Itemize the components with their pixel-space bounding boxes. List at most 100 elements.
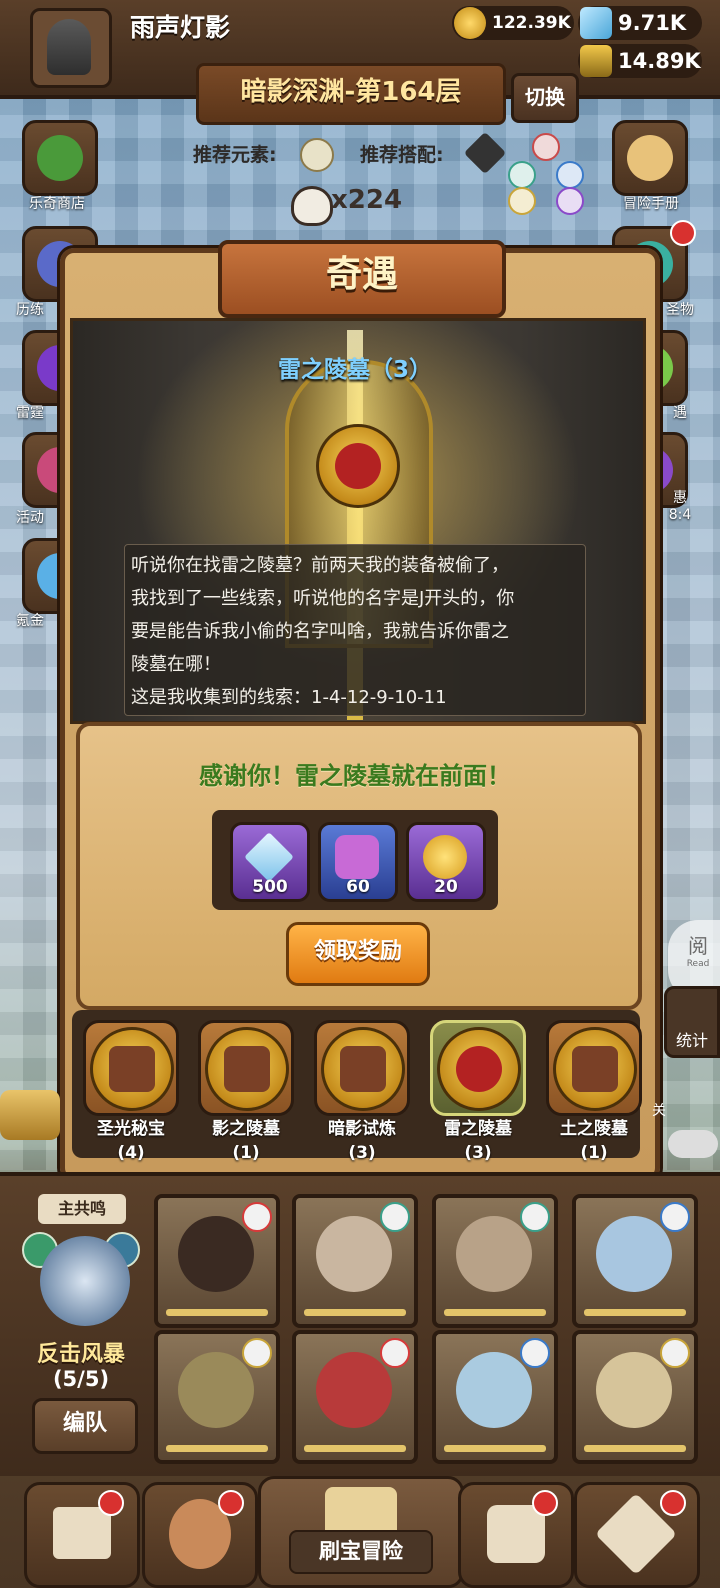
backpack-icon (487, 1505, 545, 1563)
book-icon (340, 1046, 386, 1092)
event-count: (1) (232, 1143, 260, 1163)
story-line: 要是能告诉我小偷的名字叫啥，我就告诉你雷之 (131, 621, 509, 642)
lucky-shop-button[interactable] (22, 120, 98, 196)
demon-face-icon (456, 1046, 502, 1092)
hero-portrait (456, 1352, 532, 1428)
reward-qty: 20 (434, 877, 458, 897)
event-title: 雷之陵墓（3） (277, 357, 432, 383)
events-label: 活动 (16, 510, 44, 526)
notification-dot (660, 1490, 686, 1516)
gold-coin-icon (454, 7, 486, 39)
read-sublabel: Read (686, 959, 710, 969)
reward-item[interactable]: 500 (230, 822, 310, 902)
hero-portrait (178, 1352, 254, 1428)
gold-resource[interactable]: 122.39K (452, 6, 574, 40)
wind-element-icon (520, 1202, 550, 1232)
event-count: (1) (580, 1143, 608, 1163)
hero-slot[interactable] (432, 1330, 558, 1464)
stage-title[interactable]: 暗影深渊-第164层 (196, 63, 506, 125)
stats-button[interactable]: 统计 (664, 986, 720, 1058)
diamond-icon (580, 7, 612, 39)
thunder-label: 雷霆 (16, 405, 44, 421)
read-label: 阅 (688, 934, 708, 958)
wind-element-icon (380, 1202, 410, 1232)
reward-item[interactable]: 20 (406, 822, 486, 902)
gold-amount: 122.39K (492, 13, 571, 33)
clover-icon (37, 135, 83, 181)
event-name: 影之陵墓 (212, 1119, 280, 1139)
story-line: 听说你在找雷之陵墓？前两天我的装备被偷了， (131, 555, 509, 576)
toggle-switch[interactable] (668, 1130, 718, 1158)
notification-dot (532, 1490, 558, 1516)
element-cycle-icon[interactable] (508, 133, 584, 215)
story-line: 我找到了一些线索，听说他的名字是J开头的，你 (131, 588, 515, 609)
hero-slot[interactable] (292, 1330, 418, 1464)
potion-jar-icon (580, 45, 612, 77)
hero-slot[interactable] (154, 1330, 280, 1464)
light-element-icon (242, 1338, 272, 1368)
combo-name: 反击风暴 (36, 1342, 125, 1367)
hero-portrait (316, 1216, 392, 1292)
event-tab[interactable]: 影之陵墓 (1) (196, 1020, 296, 1164)
event-name: 雷之陵墓 (444, 1119, 512, 1139)
event-name: 土之陵墓 (560, 1119, 628, 1139)
treasure-chest-icon[interactable] (0, 1090, 60, 1140)
hero-portrait (596, 1352, 672, 1428)
topup-label: 氪金 (16, 613, 44, 629)
potion-resource[interactable]: 14.89K (578, 44, 702, 78)
diamond-resource[interactable]: 9.71K (578, 6, 702, 40)
diamond-icon (244, 832, 294, 882)
fire-element-icon (380, 1338, 410, 1368)
hero-bar (166, 1445, 268, 1452)
hero-portrait (596, 1216, 672, 1292)
skull-icon (291, 186, 333, 226)
notification-dot (98, 1490, 124, 1516)
diamond-amount: 9.71K (618, 11, 687, 35)
event-count: (3) (348, 1143, 376, 1163)
adventure-handbook-button[interactable] (612, 120, 688, 196)
stats-label: 统计 (675, 1031, 708, 1050)
recommend-combo-label: 推荐搭配: (360, 144, 444, 166)
team-edit-button[interactable]: 编队 (32, 1398, 138, 1454)
book-icon (109, 1046, 155, 1092)
reward-item[interactable]: 60 (318, 822, 398, 902)
event-tab[interactable]: 暗影试炼 (3) (312, 1020, 412, 1164)
event-name: 暗影试炼 (328, 1119, 396, 1139)
recommend-element-label: 推荐元素: (193, 144, 277, 166)
hero-slot[interactable] (432, 1194, 558, 1328)
hero-portrait (456, 1216, 532, 1292)
hero-bar (304, 1309, 406, 1316)
hero-bar (584, 1309, 686, 1316)
story-line: 这是我收集到的线索：1-4-12-9-10-11 (131, 687, 447, 708)
player-avatar[interactable] (30, 8, 112, 88)
thanks-message: 感谢你！雷之陵墓就在前面！ (199, 762, 511, 790)
master-resonance-label: 主共鸣 (38, 1194, 126, 1224)
hero-bar (444, 1309, 546, 1316)
notification-dot (670, 220, 696, 246)
event-tab[interactable]: 圣光秘宝 (4) (81, 1020, 181, 1164)
combo-wing-icon[interactable] (40, 1236, 130, 1326)
event-count: (3) (464, 1143, 492, 1163)
hero-slot[interactable] (572, 1194, 698, 1328)
potion-amount: 14.89K (618, 49, 701, 73)
event-tab[interactable]: 土之陵墓 (1) (544, 1020, 644, 1164)
claim-reward-button[interactable]: 领取奖励 (286, 922, 430, 986)
player-name: 雨声灯影 (130, 13, 231, 42)
book-icon (572, 1046, 618, 1092)
modal-title: 奇遇 (218, 240, 506, 318)
event-tab-selected[interactable]: 雷之陵墓 (3) (428, 1020, 528, 1164)
hero-slot[interactable] (154, 1194, 280, 1328)
reward-qty: 500 (252, 877, 288, 897)
partial-label: 关 (652, 1103, 666, 1119)
puzzle-icon (335, 835, 379, 879)
hero-slot[interactable] (292, 1194, 418, 1328)
hero-slot[interactable] (572, 1330, 698, 1464)
adventure-handbook-label: 冒险手册 (623, 196, 679, 212)
thunder-tomb-emblem-icon (316, 424, 400, 508)
hero-portrait (178, 1216, 254, 1292)
hero-portrait (316, 1352, 392, 1428)
reward-qty: 60 (346, 877, 370, 897)
switch-button[interactable]: 切换 (511, 73, 579, 123)
training-label: 历练 (16, 302, 44, 318)
light-element-icon[interactable] (300, 138, 334, 172)
